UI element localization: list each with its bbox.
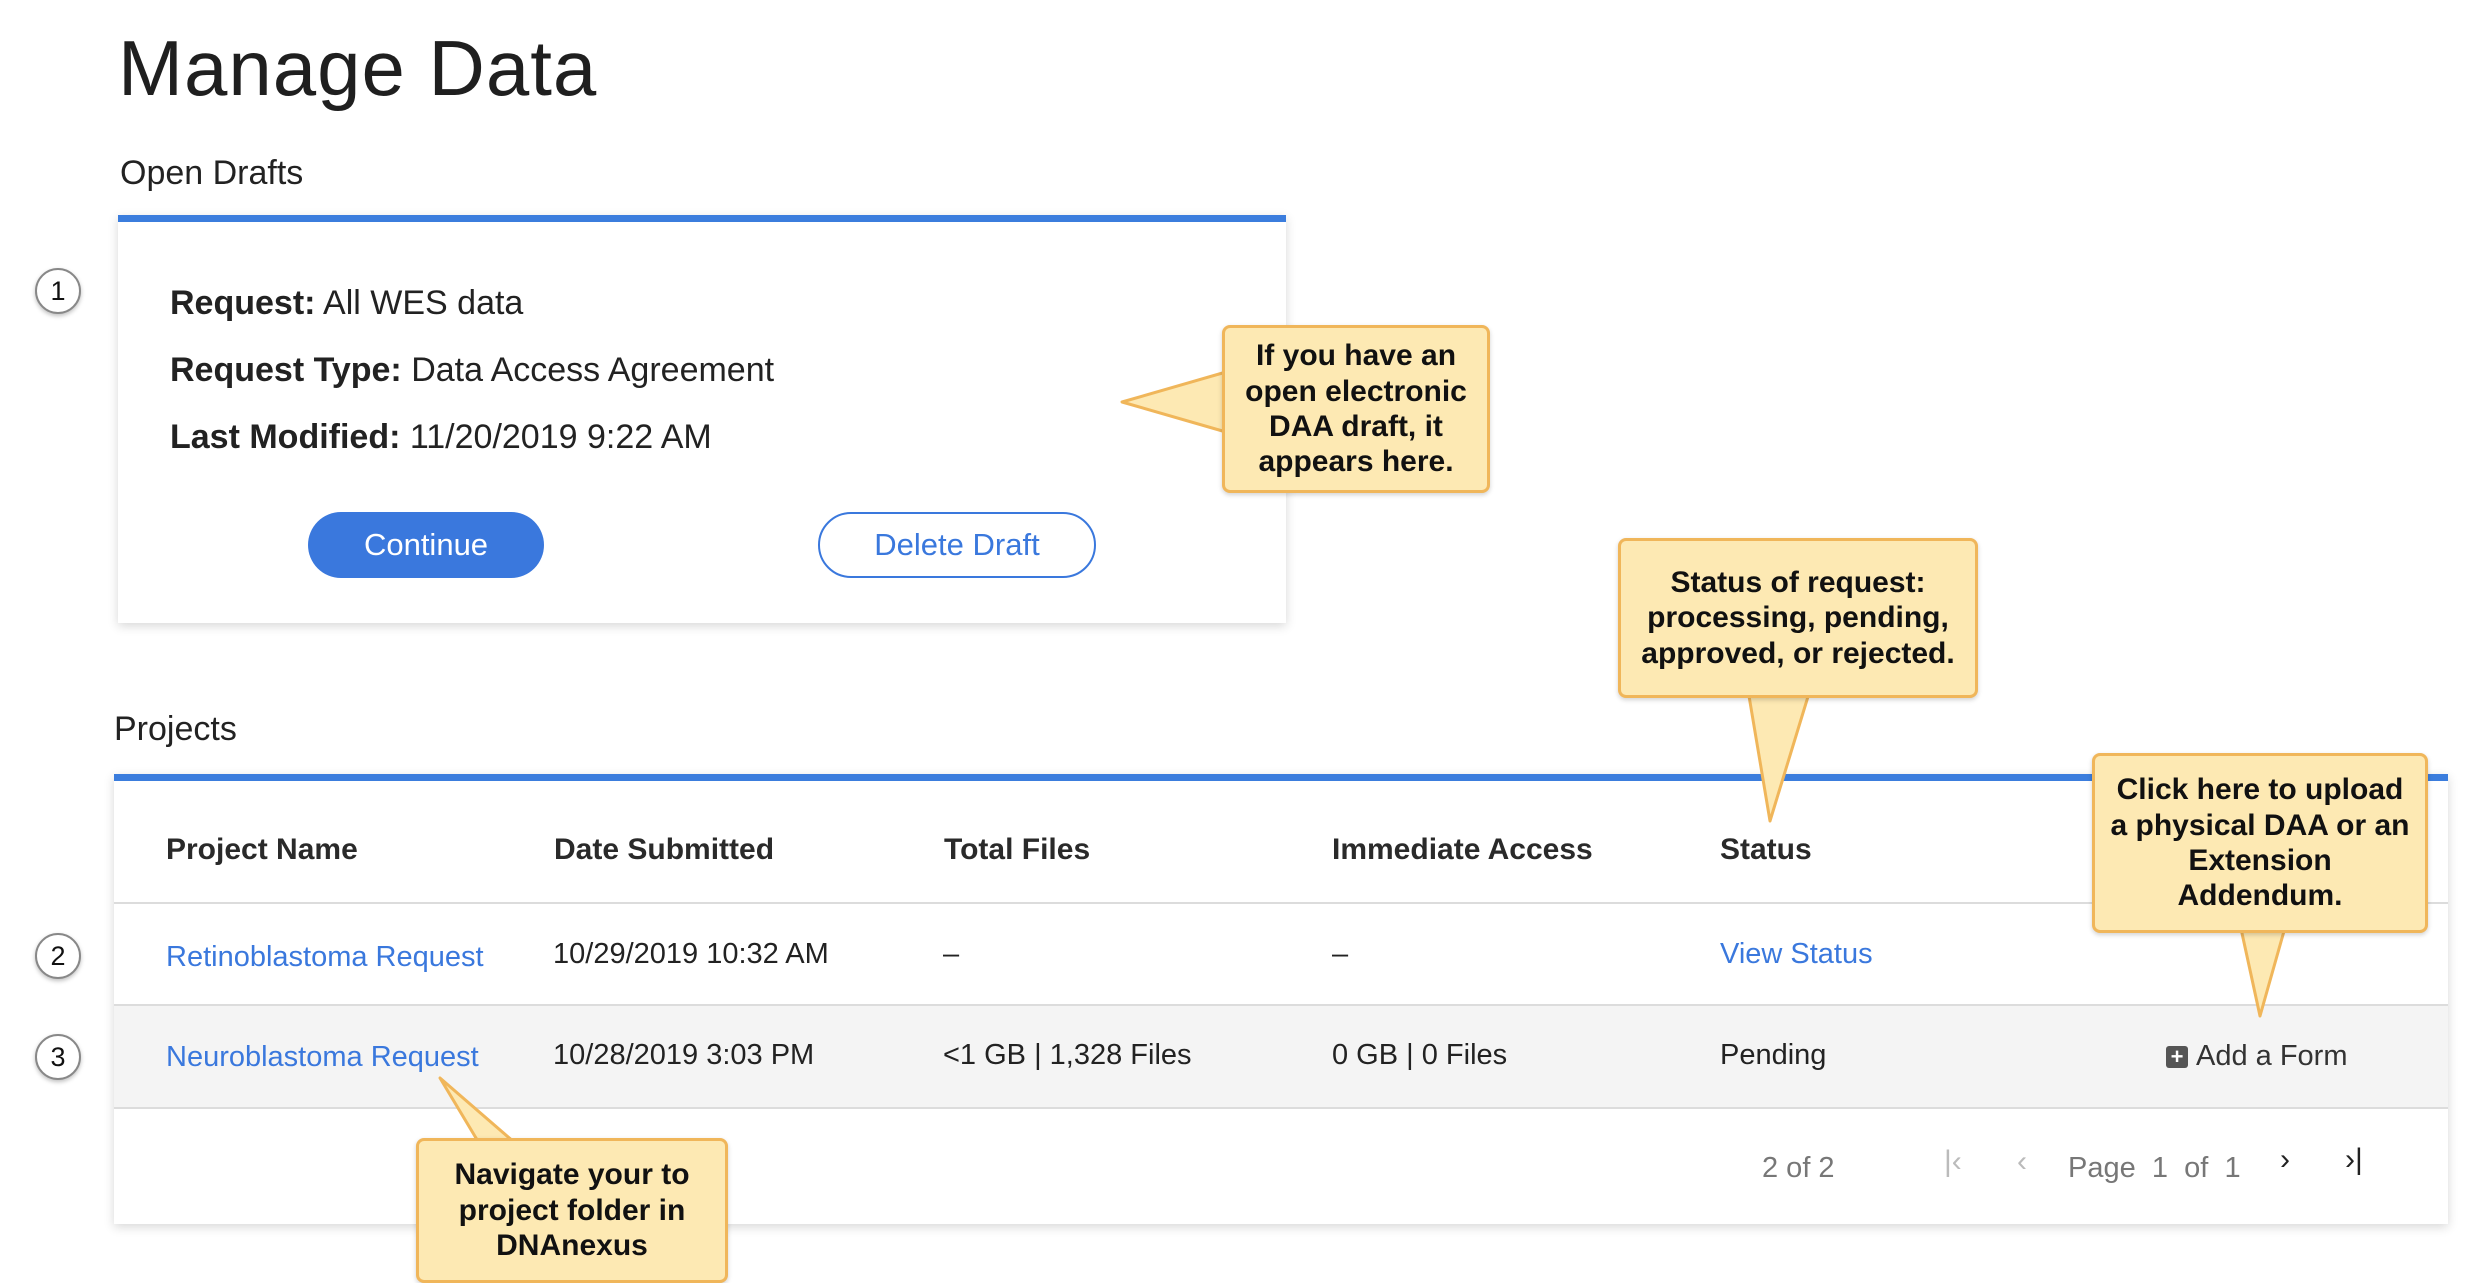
project-name-link[interactable]: Neuroblastoma Request: [166, 1041, 479, 1074]
draft-type-row: Request Type: Data Access Agreement: [170, 351, 774, 390]
draft-modified-row: Last Modified: 11/20/2019 9:22 AM: [170, 418, 712, 457]
draft-card: Request: All WES data Request Type: Data…: [118, 215, 1286, 623]
project-name-link[interactable]: Retinoblastoma Request: [166, 941, 484, 974]
continue-button[interactable]: Continue: [308, 512, 544, 578]
column-header-date-submitted: Date Submitted: [554, 833, 775, 866]
step-marker-1: 1: [35, 268, 81, 314]
last-page-icon[interactable]: ›|: [2345, 1143, 2363, 1177]
pager-page-indicator: Page 1 of 1: [2068, 1152, 2241, 1185]
prev-page-icon[interactable]: ‹: [2017, 1145, 2027, 1179]
date-submitted-cell: 10/28/2019 3:03 PM: [553, 1039, 815, 1071]
pager-total-pages: 1: [2224, 1152, 2241, 1184]
status-callout-pointer: [1746, 688, 1812, 823]
pager-current-page[interactable]: 1: [2152, 1152, 2168, 1184]
view-status-link[interactable]: View Status: [1720, 938, 1873, 971]
add-form-button[interactable]: + Add a Form: [2166, 1040, 2348, 1073]
pager-count: 2 of 2: [1762, 1152, 1835, 1184]
immediate-access-cell: 0 GB | 0 Files: [1332, 1039, 1508, 1071]
navigate-callout: Navigate your to project folder in DNAne…: [416, 1138, 728, 1283]
total-files-cell: –: [943, 938, 960, 970]
column-header-status: Status: [1720, 833, 1812, 866]
column-header-project-name: Project Name: [166, 833, 358, 866]
upload-callout-pointer: [2238, 922, 2288, 1018]
plus-square-icon: +: [2166, 1045, 2188, 1068]
draft-type-label: Request Type:: [170, 351, 402, 389]
status-callout: Status of request: processing, pending, …: [1618, 538, 1978, 698]
column-header-immediate-access: Immediate Access: [1332, 833, 1593, 866]
add-form-label: Add a Form: [2196, 1040, 2348, 1072]
next-page-icon[interactable]: ›: [2280, 1143, 2290, 1177]
delete-draft-button[interactable]: Delete Draft: [818, 512, 1096, 578]
draft-request-label: Request:: [170, 284, 316, 322]
draft-callout: If you have an open electronic DAA draft…: [1222, 325, 1490, 493]
draft-request-row: Request: All WES data: [170, 284, 523, 323]
step-marker-2: 2: [35, 933, 81, 979]
date-submitted-cell: 10/29/2019 10:32 AM: [553, 938, 829, 970]
draft-callout-pointer: [1120, 370, 1228, 434]
column-header-total-files: Total Files: [944, 833, 1091, 866]
first-page-icon[interactable]: |‹: [1944, 1145, 1962, 1179]
page-title: Manage Data: [118, 24, 598, 112]
pager-page-label: Page: [2068, 1152, 2136, 1184]
pager-of-label: of: [2184, 1152, 2209, 1184]
draft-type-value: Data Access Agreement: [411, 351, 775, 389]
draft-request-value: All WES data: [323, 284, 524, 322]
step-marker-3: 3: [35, 1034, 81, 1080]
projects-heading: Projects: [114, 710, 237, 748]
draft-modified-value: 11/20/2019 9:22 AM: [409, 418, 712, 456]
immediate-access-cell: –: [1332, 938, 1349, 970]
status-cell: Pending: [1720, 1039, 1827, 1071]
total-files-cell: <1 GB | 1,328 Files: [943, 1039, 1192, 1071]
open-drafts-heading: Open Drafts: [120, 154, 304, 192]
draft-modified-label: Last Modified:: [170, 418, 401, 456]
upload-callout: Click here to upload a physical DAA or a…: [2092, 753, 2428, 933]
